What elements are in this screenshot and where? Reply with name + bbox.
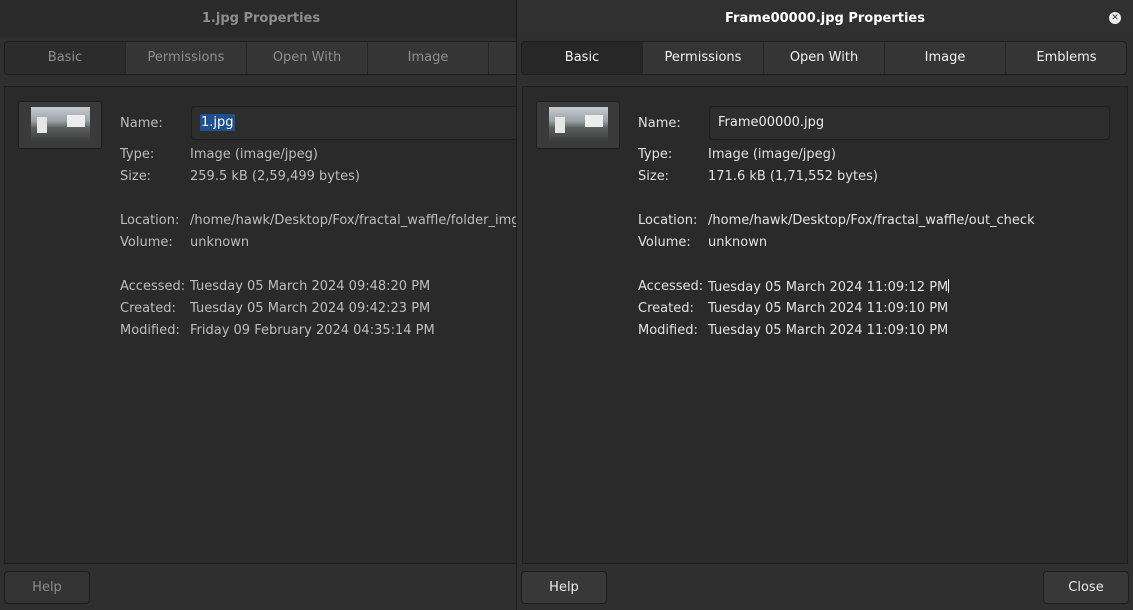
thumbnail-image <box>549 107 608 142</box>
close-button[interactable]: Close <box>1043 571 1129 604</box>
tab-bar: Basic Permissions Open With Image Emblem… <box>4 41 522 75</box>
name-label: Name: <box>120 116 163 131</box>
type-value: Image (image/jpeg) <box>190 147 318 162</box>
file-thumbnail[interactable] <box>18 101 102 149</box>
tab-basic[interactable]: Basic <box>522 42 643 74</box>
close-icon[interactable]: ✕ <box>1109 12 1121 24</box>
volume-label: Volume: <box>120 235 173 250</box>
basic-panel: Name: Frame00000.jpg Type: Image (image/… <box>522 86 1128 564</box>
thumbnail-image <box>31 107 90 142</box>
type-label: Type: <box>120 147 155 162</box>
created-label: Created: <box>638 301 694 316</box>
modified-value: Friday 09 February 2024 04:35:14 PM <box>190 323 435 338</box>
help-button[interactable]: Help <box>521 571 607 604</box>
size-value: 259.5 kB (2,59,499 bytes) <box>190 169 360 184</box>
accessed-label: Accessed: <box>638 279 704 294</box>
tab-emblems[interactable]: Emblems <box>1006 42 1126 74</box>
window-title: 1.jpg Properties <box>0 0 522 37</box>
type-value: Image (image/jpeg) <box>708 147 836 162</box>
tab-bar: Basic Permissions Open With Image Emblem… <box>521 41 1127 75</box>
help-button[interactable]: Help <box>4 571 90 604</box>
accessed-value: Tuesday 05 March 2024 09:48:20 PM <box>190 279 431 294</box>
type-label: Type: <box>638 147 673 162</box>
modified-label: Modified: <box>638 323 698 338</box>
name-input[interactable]: 1.jpg <box>191 106 522 140</box>
created-value: Tuesday 05 March 2024 11:09:10 PM <box>708 301 949 316</box>
volume-value: unknown <box>708 235 768 250</box>
file-thumbnail[interactable] <box>536 101 620 149</box>
size-label: Size: <box>638 169 670 184</box>
properties-window-1jpg: 1.jpg Properties Basic Permissions Open … <box>0 0 522 610</box>
accessed-label: Accessed: <box>120 279 186 294</box>
name-input[interactable]: Frame00000.jpg <box>709 106 1110 140</box>
created-label: Created: <box>120 301 176 316</box>
modified-value: Tuesday 05 March 2024 11:09:10 PM <box>708 323 949 338</box>
tab-permissions[interactable]: Permissions <box>126 42 247 74</box>
location-value: /home/hawk/Desktop/Fox/fractal_waffle/fo… <box>190 213 520 228</box>
tab-image[interactable]: Image <box>368 42 489 74</box>
accessed-value: Tuesday 05 March 2024 11:09:12 PM <box>708 280 949 295</box>
tab-image[interactable]: Image <box>885 42 1006 74</box>
tab-basic[interactable]: Basic <box>5 42 126 74</box>
created-value: Tuesday 05 March 2024 09:42:23 PM <box>190 301 431 316</box>
location-label: Location: <box>120 213 180 228</box>
properties-window-frame00000: Frame00000.jpg Properties ✕ Basic Permis… <box>516 0 1133 610</box>
modified-label: Modified: <box>120 323 180 338</box>
tab-permissions[interactable]: Permissions <box>643 42 764 74</box>
tab-open-with[interactable]: Open With <box>247 42 368 74</box>
basic-panel: Name: 1.jpg Type: Image (image/jpeg) Siz… <box>4 86 522 564</box>
window-title: Frame00000.jpg Properties <box>517 0 1133 37</box>
name-label: Name: <box>638 116 681 131</box>
text-caret <box>948 279 950 293</box>
volume-label: Volume: <box>638 235 691 250</box>
tab-open-with[interactable]: Open With <box>764 42 885 74</box>
accessed-value-wrap[interactable]: Tuesday 05 March 2024 11:09:12 PM <box>708 279 950 295</box>
location-label: Location: <box>638 213 698 228</box>
name-input-selected-text: 1.jpg <box>200 114 235 131</box>
size-label: Size: <box>120 169 152 184</box>
volume-value: unknown <box>190 235 250 250</box>
location-value: /home/hawk/Desktop/Fox/fractal_waffle/ou… <box>708 213 1035 228</box>
size-value: 171.6 kB (1,71,552 bytes) <box>708 169 878 184</box>
